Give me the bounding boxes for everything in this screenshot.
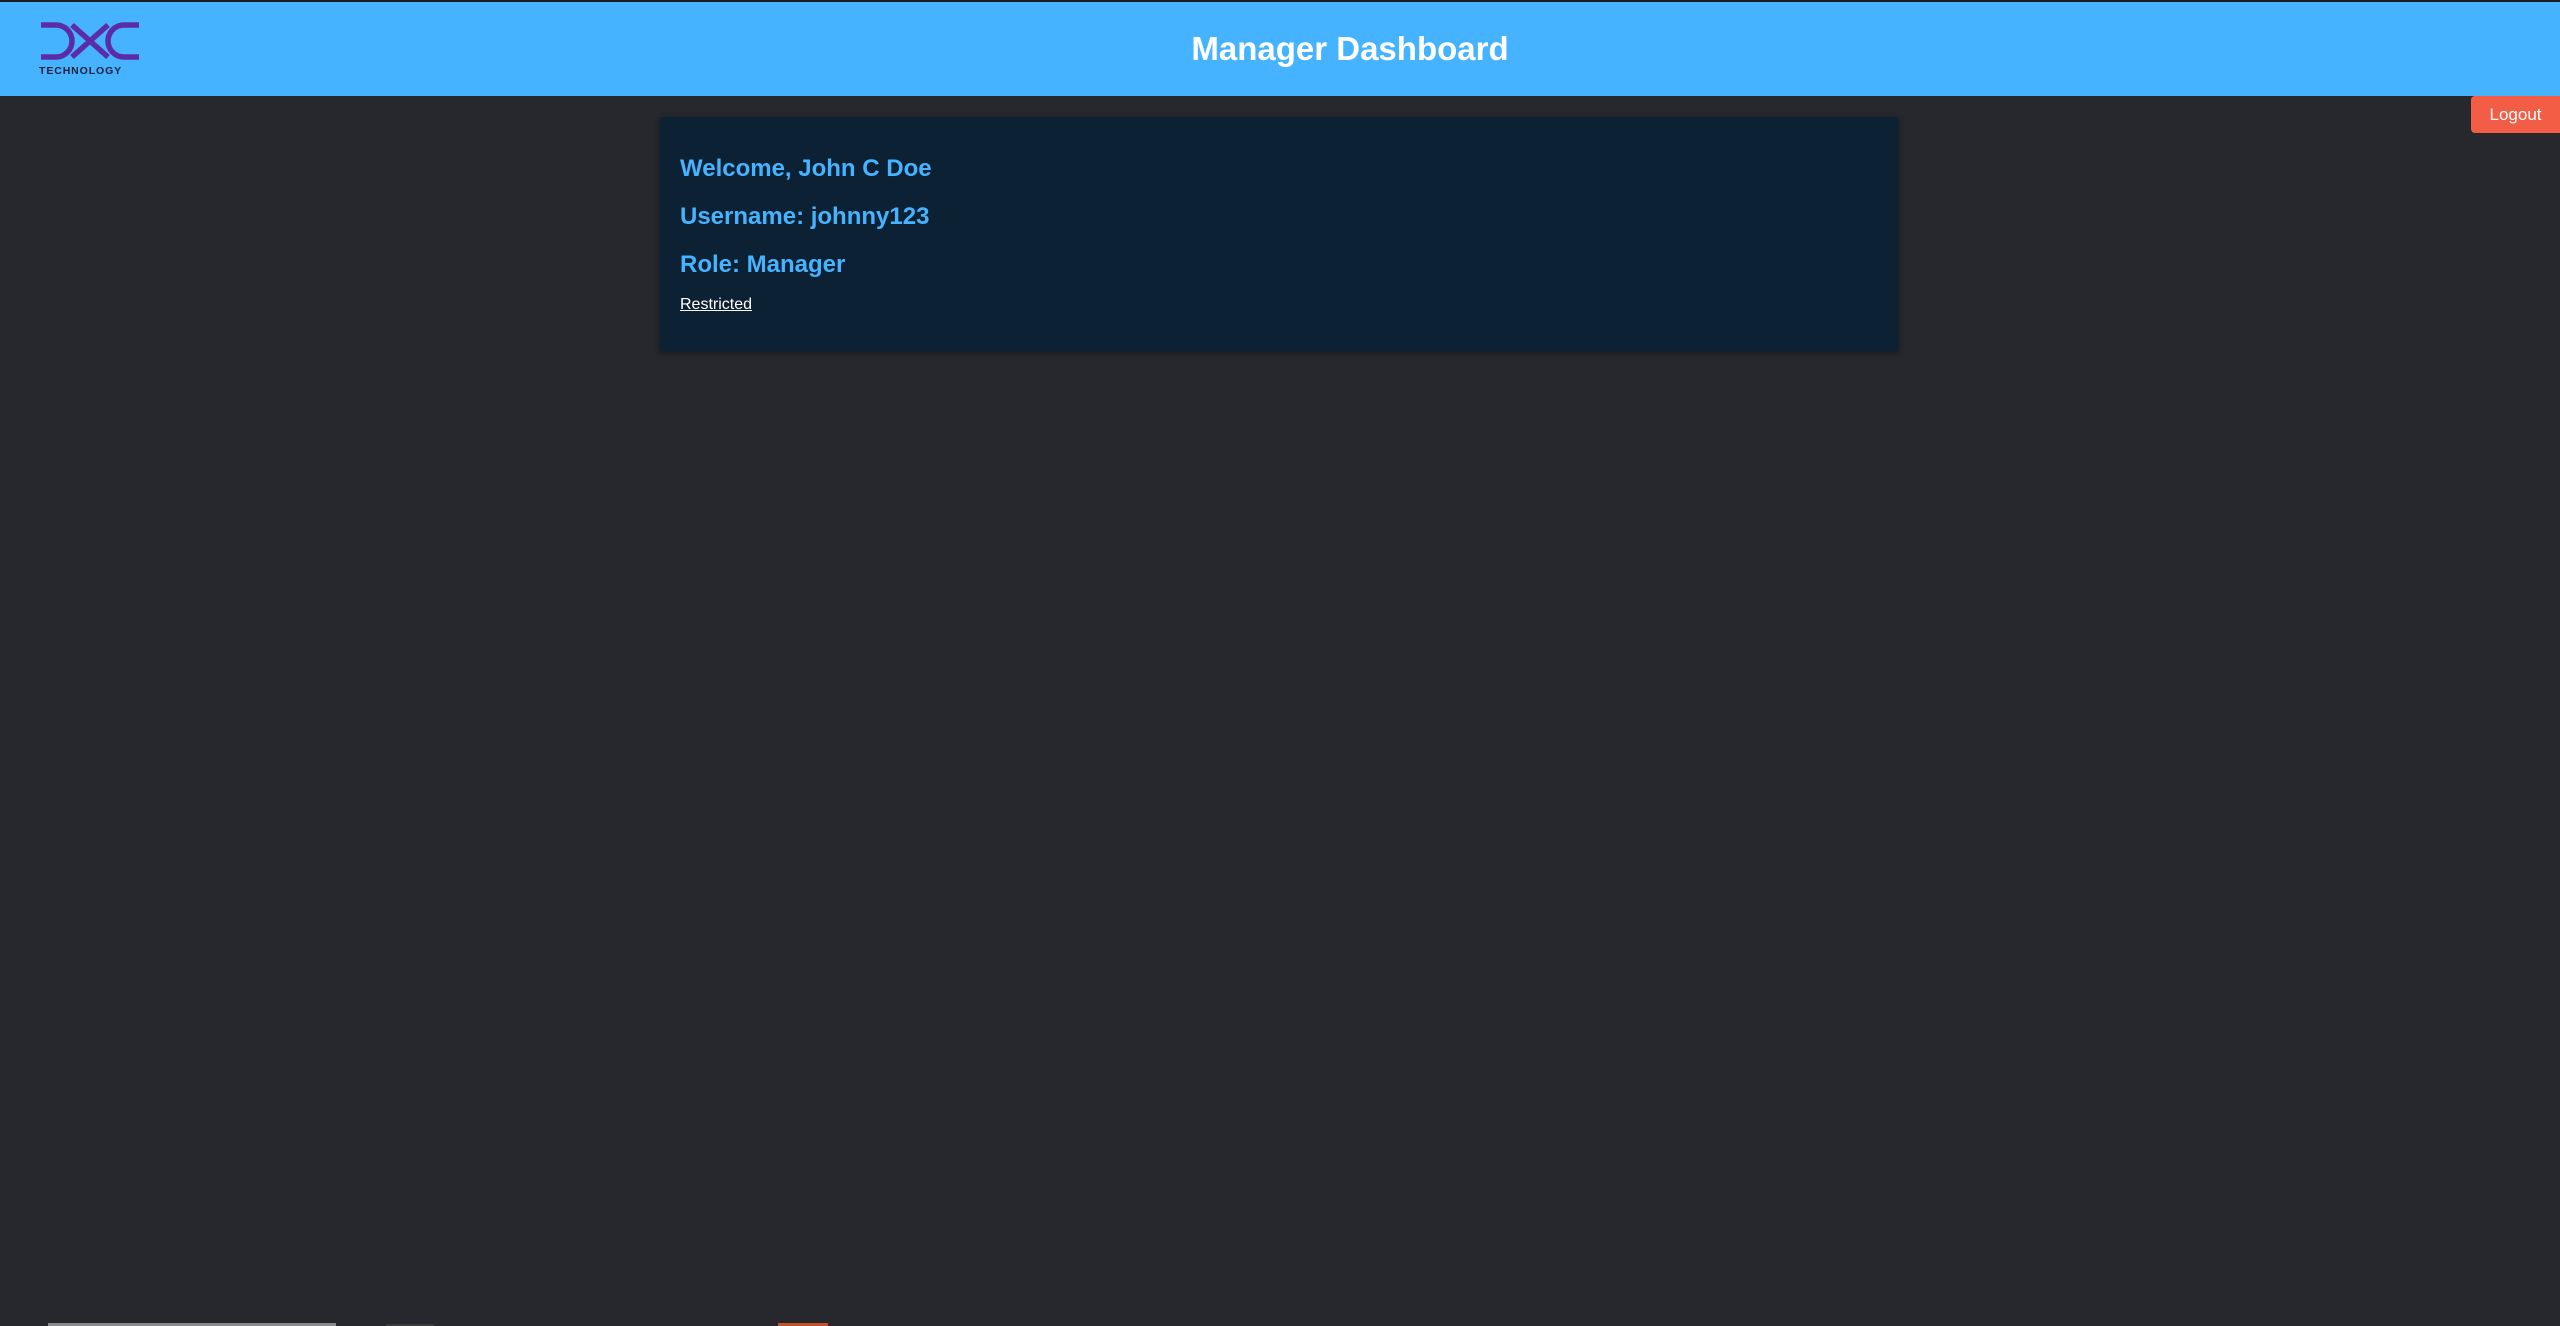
welcome-heading: Welcome, John C Doe bbox=[680, 155, 932, 182]
app-header: TECHNOLOGY Manager Dashboard bbox=[0, 2, 2560, 96]
restricted-link[interactable]: Restricted bbox=[680, 296, 752, 314]
username-heading: Username: johnny123 bbox=[680, 203, 930, 230]
logout-button[interactable]: Logout bbox=[2471, 96, 2560, 133]
role-heading: Role: Manager bbox=[680, 251, 846, 278]
page-title: Manager Dashboard bbox=[1191, 30, 1509, 67]
profile-card: Welcome, John C Doe Username: johnny123 … bbox=[660, 117, 1898, 351]
